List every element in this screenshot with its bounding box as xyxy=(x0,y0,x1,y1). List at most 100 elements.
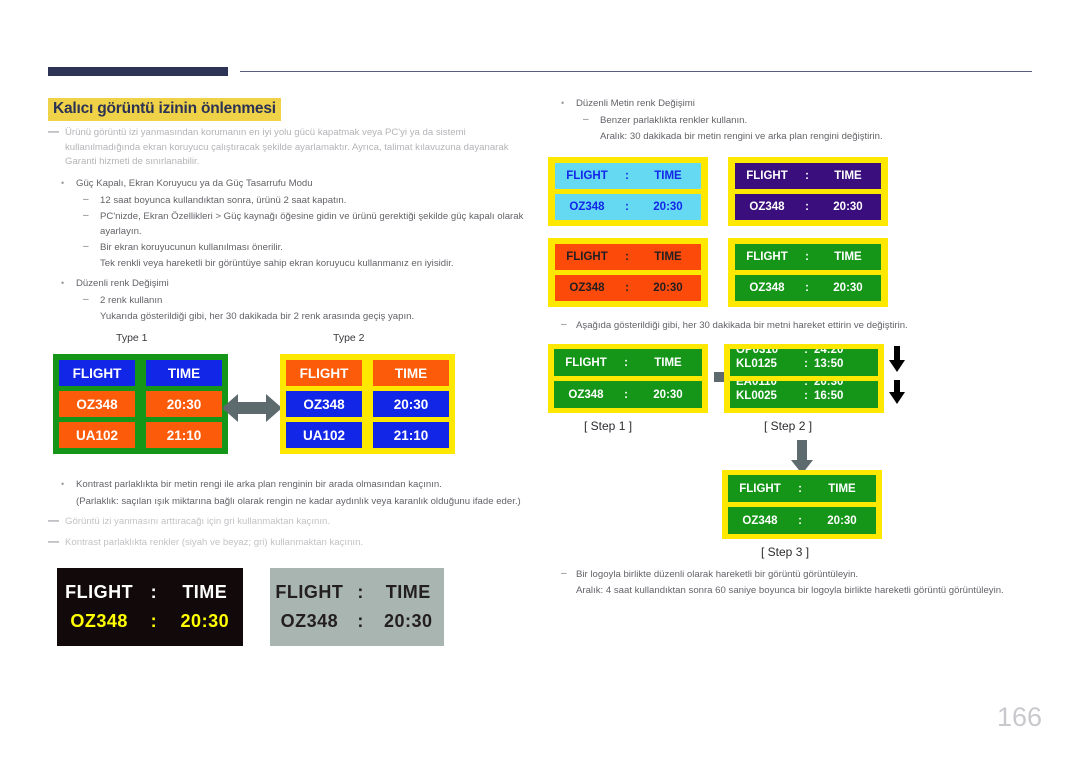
step3-panel: FLIGHT : TIME OZ348 : 20:30 xyxy=(722,470,882,539)
arrow-down-icon xyxy=(791,440,813,474)
label-time: TIME xyxy=(182,582,228,602)
sub-item-similar-brightness: – Benzer parlaklıkta renkler kullanın. xyxy=(548,113,1040,128)
note-contrast-colors-avoid: — Kontrast parlaklıkta renkler (siyah ve… xyxy=(48,536,540,551)
scroll-row: KL0025 : 16:50 xyxy=(730,390,878,402)
scroll-row: EA0110 : 20:30 xyxy=(730,381,878,388)
bullet-color-change: • Düzenli renk Değişimi xyxy=(48,276,540,291)
panel-line-header: FLIGHT : TIME xyxy=(735,244,881,270)
left-column: — Ürünü görüntü izi yanmasından korumanı… xyxy=(48,126,540,325)
separator-colon: : xyxy=(798,482,802,495)
sub-text: Bir logoyla birlikte düzenli olarak hare… xyxy=(576,569,859,580)
bullet-dot-icon: • xyxy=(61,479,65,489)
separator-colon: : xyxy=(624,388,628,401)
bullet-text: Kontrast parlaklıkta bir metin rengi ile… xyxy=(76,479,442,490)
em-dash-marker: — xyxy=(48,515,59,527)
value-flight: OZ348 xyxy=(70,611,128,631)
label-flight: FLIGHT xyxy=(746,170,788,182)
panel-line-data: OZ348 : 20:30 xyxy=(555,194,701,220)
value-flight: EA0110 xyxy=(736,381,777,388)
sub-text: 2 renk kullanın xyxy=(100,294,163,306)
double-arrow-horizontal-icon xyxy=(222,394,282,422)
dash-marker-icon: – xyxy=(561,568,567,579)
note-text: Görüntü izi yanmasını arttıracağı için g… xyxy=(65,516,331,527)
panel-line-data: OZ348 : 20:30 xyxy=(555,275,701,301)
step1-panel: FLIGHT : TIME OZ348 : 20:30 xyxy=(548,344,708,413)
sub-item-two-colors: – 2 renk kullanın xyxy=(48,293,540,308)
bullet-contrast-avoid: • Kontrast parlaklıkta bir metin rengi i… xyxy=(48,477,540,492)
purple-panel: FLIGHT : TIME OZ348 : 20:30 xyxy=(728,157,888,226)
value-time: 20:30 xyxy=(814,381,844,388)
type-comparison-diagram: Type 1 Type 2 FLIGHT TIME OZ348 20:30 UA… xyxy=(48,332,540,464)
separator-colon: : xyxy=(805,282,809,294)
label-time: TIME xyxy=(654,251,682,263)
bullet-dot-icon: • xyxy=(561,98,565,108)
panel-line-header: FLIGHT : TIME xyxy=(735,163,881,189)
board-header-row: FLIGHT TIME xyxy=(59,360,222,386)
label-flight: FLIGHT xyxy=(746,251,788,263)
gray-contrast-panel: FLIGHT : TIME OZ348 : 20:30 xyxy=(270,568,444,646)
type1-label: Type 1 xyxy=(116,332,148,344)
panel-line-data: OZ348 : 20:30 xyxy=(554,381,702,408)
separator-colon: : xyxy=(625,282,629,294)
scroll-row: KL0125 : 13:50 xyxy=(730,358,878,370)
header-cell-time: TIME xyxy=(373,360,449,386)
bullet-dot-icon: • xyxy=(61,277,65,288)
value-flight: OZ348 xyxy=(280,611,339,631)
bullet-contrast-continuation: (Parlaklık: saçılan ışık miktarına bağlı… xyxy=(76,496,521,507)
panel-line-data: OZ348 : 20:30 xyxy=(735,194,881,220)
scroll-down-arrows-icon xyxy=(889,346,905,404)
board-data-row: UA102 21:10 xyxy=(286,422,449,448)
value-time: 20:30 xyxy=(180,611,230,631)
bullet-text: Güç Kapalı, Ekran Koruyucu ya da Güç Tas… xyxy=(76,177,313,189)
panel-line-header: FLIGHT : TIME xyxy=(554,349,702,376)
value-time: 20:30 xyxy=(827,514,857,527)
bullet-dot-icon: • xyxy=(61,177,65,188)
value-flight: OZ348 xyxy=(569,201,605,213)
value-time: 20:30 xyxy=(653,282,683,294)
label-flight: FLIGHT xyxy=(566,170,608,182)
sub-item-two-colors-continuation: Yukarıda gösterildiği gibi, her 30 dakik… xyxy=(100,310,415,322)
value-flight: KL0125 xyxy=(736,358,777,370)
dash-marker-icon: – xyxy=(561,319,567,330)
note-text: Kontrast parlaklıkta renkler (siyah ve b… xyxy=(65,536,364,548)
value-time: 13:50 xyxy=(814,358,844,370)
value-time: 20:30 xyxy=(833,201,863,213)
sub-text: Benzer parlaklıkta renkler kullanın. xyxy=(600,115,748,126)
dash-marker-icon: – xyxy=(583,114,589,125)
separator-colon: : xyxy=(625,251,629,263)
dash-marker-icon: – xyxy=(83,240,89,252)
label-time: TIME xyxy=(828,482,856,495)
header-accent-bar xyxy=(48,67,228,76)
note-text: Ürünü görüntü izi yanmasından korumanın … xyxy=(65,127,509,168)
sub-item-move-text: – Aşağıda gösterildiği gibi, her 30 daki… xyxy=(548,318,1040,333)
board-header-row: FLIGHT TIME xyxy=(286,360,449,386)
bullet-text: Düzenli renk Değişimi xyxy=(76,277,169,289)
sub-text: Bir ekran koruyucunun kullanılması öneri… xyxy=(100,241,283,253)
label-flight: FLIGHT xyxy=(739,482,781,495)
bullet-power-off: • Güç Kapalı, Ekran Koruyucu ya da Güç T… xyxy=(48,176,540,191)
step-sequence-diagram: – Aşağıda gösterildiği gibi, her 30 daki… xyxy=(548,318,1040,559)
panel-line-data: OZ348 : 20:30 xyxy=(270,611,444,632)
black-contrast-panel: FLIGHT : TIME OZ348 : 20:30 xyxy=(57,568,243,646)
right-column: • Düzenli Metin renk Değişimi – Benzer p… xyxy=(548,96,1040,145)
value-flight: OZ348 xyxy=(742,514,778,527)
cell-time-2110: 21:10 xyxy=(146,422,222,448)
panel-line-data: OZ348 : 20:30 xyxy=(728,507,876,534)
label-time: TIME xyxy=(385,582,431,602)
separator-colon: : xyxy=(804,381,808,388)
em-dash-marker: — xyxy=(48,126,59,138)
separator-colon: : xyxy=(625,170,629,182)
board-data-row: OZ348 20:30 xyxy=(286,391,449,417)
board-data-row: UA102 21:10 xyxy=(59,422,222,448)
value-flight: OZ348 xyxy=(749,201,785,213)
panel-line-header: FLIGHT : TIME xyxy=(57,582,243,603)
page-number: 166 xyxy=(996,702,1042,732)
value-flight: OZ348 xyxy=(569,282,605,294)
page-title: Kalıcı görüntü izinin önlenmesi xyxy=(48,98,281,121)
cell-time-2110: 21:10 xyxy=(373,422,449,448)
label-flight: FLIGHT xyxy=(275,582,344,602)
sub-item-moving-image-logo-continuation: Aralık: 4 saat kullandıktan sonra 60 san… xyxy=(576,585,1004,596)
header-cell-flight: FLIGHT xyxy=(59,360,135,386)
sub-text: PC'nizde, Ekran Özellikleri > Güç kaynağ… xyxy=(100,210,524,237)
type1-flight-board: FLIGHT TIME OZ348 20:30 UA102 21:10 xyxy=(53,354,228,454)
